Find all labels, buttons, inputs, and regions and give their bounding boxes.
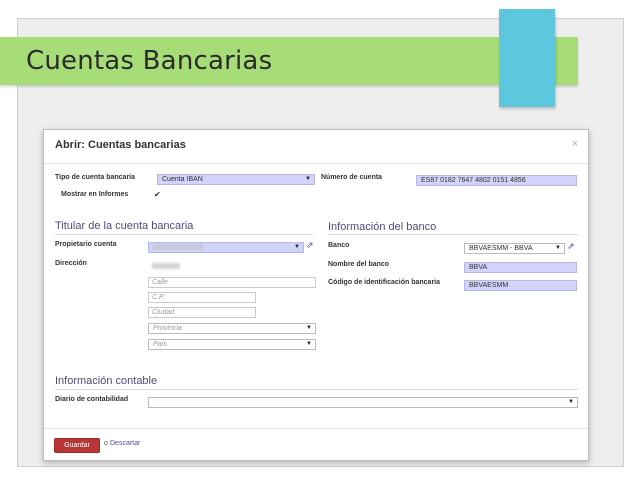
pais-placeholder: País <box>153 341 168 348</box>
ciudad-input[interactable]: Ciudad <box>148 307 256 318</box>
numero-cuenta-label: Número de cuenta <box>321 174 383 181</box>
external-link-icon[interactable]: ⇗ <box>567 241 575 252</box>
chevron-down-icon: ▼ <box>306 325 312 331</box>
chevron-down-icon: ▼ <box>305 176 311 182</box>
direccion-label: Dirección <box>55 260 87 267</box>
banco-select[interactable]: BBVAESMM - BBVA ▼ <box>464 243 565 254</box>
codigo-bancario-input[interactable]: BBVAESMM <box>464 280 577 291</box>
decorative-tab <box>499 9 555 107</box>
codigo-bancario-label: Código de identificación bancaria <box>328 279 441 286</box>
nombre-banco-input[interactable]: BBVA <box>464 262 577 273</box>
tipo-cuenta-label: Tipo de cuenta bancaria <box>55 174 136 181</box>
provincia-select[interactable]: Provincia ▼ <box>148 323 316 334</box>
dialog: Abrir: Cuentas bancarias × Tipo de cuent… <box>43 129 589 461</box>
pais-select[interactable]: País ▼ <box>148 339 316 350</box>
tipo-cuenta-select[interactable]: Cuenta IBAN ▼ <box>157 174 315 185</box>
dialog-header: Abrir: Cuentas bancarias × <box>44 130 588 164</box>
propietario-select[interactable]: ▼ <box>148 242 304 253</box>
close-icon[interactable]: × <box>572 138 578 150</box>
numero-cuenta-input[interactable]: ES87 0182 7647 4802 0151 4856 <box>416 175 577 186</box>
discard-link[interactable]: Descartar <box>110 440 140 447</box>
tipo-cuenta-value: Cuenta IBAN <box>162 176 203 183</box>
slide: Cuentas Bancarias Abrir: Cuentas bancari… <box>0 0 638 479</box>
or-text: o <box>104 440 108 447</box>
nombre-banco-label: Nombre del banco <box>328 261 390 268</box>
dialog-title: Abrir: Cuentas bancarias <box>55 139 186 151</box>
banco-section-heading: Información del banco <box>328 221 437 233</box>
banco-label: Banco <box>328 242 350 249</box>
calle-input[interactable]: Calle <box>148 277 316 288</box>
chevron-down-icon: ▼ <box>555 245 561 251</box>
mostrar-informes-checkbox[interactable]: ✔ <box>154 191 162 199</box>
titular-section-heading: Titular de la cuenta bancaria <box>55 220 194 232</box>
banco-value: BBVAESMM - BBVA <box>469 245 533 252</box>
street-prefix-input[interactable] <box>148 261 207 272</box>
titular-divider <box>55 234 313 235</box>
contable-section-heading: Información contable <box>55 375 158 387</box>
footer-divider <box>44 428 588 429</box>
save-button[interactable]: Guardar <box>54 438 100 453</box>
external-link-icon[interactable]: ⇗ <box>306 240 314 251</box>
redacted-address <box>152 263 180 270</box>
propietario-label: Propietario cuenta <box>55 241 117 248</box>
slide-title: Cuentas Bancarias <box>26 46 273 76</box>
chevron-down-icon: ▼ <box>294 244 300 250</box>
diario-contabilidad-select[interactable]: ▼ <box>148 397 578 408</box>
banco-divider <box>328 234 578 235</box>
provincia-placeholder: Provincia <box>153 325 182 332</box>
mostrar-informes-label: Mostrar en Informes <box>61 191 129 198</box>
chevron-down-icon: ▼ <box>568 399 574 405</box>
cp-input[interactable]: C.P. <box>148 292 256 303</box>
redacted-owner <box>153 244 203 251</box>
diario-contabilidad-label: Diario de contabilidad <box>55 396 129 403</box>
chevron-down-icon: ▼ <box>306 341 312 347</box>
contable-divider <box>55 389 578 390</box>
